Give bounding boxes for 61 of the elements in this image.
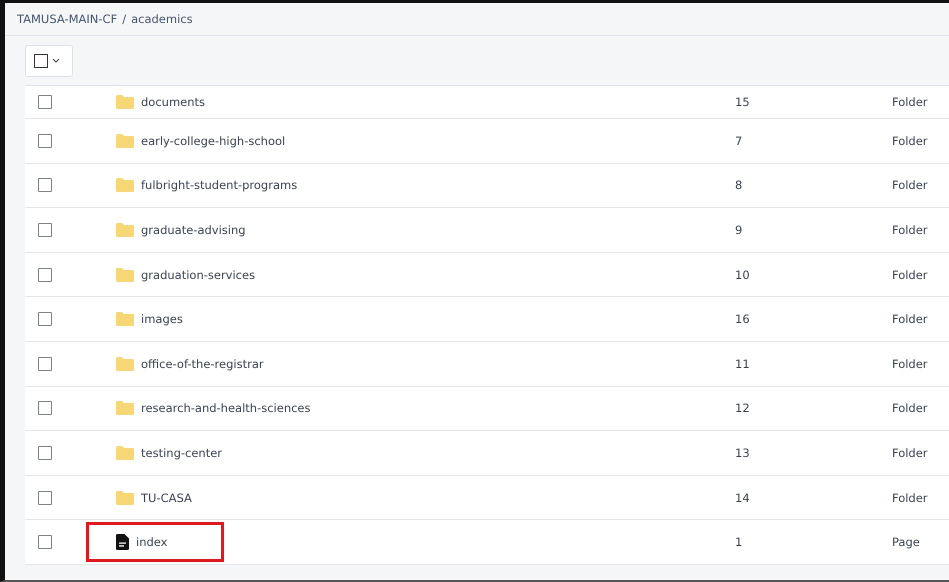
type-cell: Folder — [892, 268, 928, 282]
row-checkbox[interactable] — [38, 446, 52, 460]
row-checkbox[interactable] — [38, 95, 52, 109]
type-cell: Folder — [892, 222, 928, 237]
folder-icon — [116, 268, 134, 282]
folder-icon — [116, 490, 134, 505]
item-name-link[interactable]: images — [141, 312, 183, 326]
row-checkbox[interactable] — [38, 535, 52, 550]
row-checkbox[interactable] — [38, 401, 52, 416]
count-cell-text: 12 — [735, 401, 751, 416]
folder-icon — [116, 95, 134, 109]
item-name-link[interactable]: graduation-services — [141, 268, 256, 282]
row-checkbox[interactable] — [38, 178, 52, 192]
type-cell: Folder — [892, 356, 928, 371]
folder-icon — [116, 178, 134, 192]
row-checkbox[interactable] — [38, 134, 52, 148]
checkbox[interactable] — [34, 54, 48, 68]
folder-icon — [116, 446, 134, 460]
item-name-link[interactable]: early-college-high-school — [141, 134, 286, 148]
folder-icon — [116, 356, 134, 371]
row-checkbox[interactable] — [38, 268, 52, 282]
item-name-link[interactable]: office-of-the-registrar — [141, 356, 264, 371]
row-checkbox[interactable] — [38, 490, 52, 505]
row-checkbox[interactable] — [38, 222, 52, 237]
folder-icon — [116, 134, 134, 148]
count-cell-text: 1 — [735, 535, 744, 550]
select-all-button[interactable] — [25, 44, 73, 76]
count-cell-text: 15 — [735, 95, 751, 109]
type-cell: Folder — [892, 401, 928, 416]
type-cell: Folder — [892, 134, 928, 148]
item-name-link[interactable]: research-and-health-sciences — [141, 401, 311, 416]
breadcrumb-link[interactable]: TAMUSA-MAIN-CF — [17, 12, 118, 26]
item-name-link[interactable]: TU-CASA — [141, 490, 192, 505]
chevron-down-icon — [52, 58, 60, 63]
item-name-link[interactable]: fulbright-student-programs — [141, 178, 298, 192]
type-cell: Folder — [892, 312, 928, 326]
item-name-link[interactable]: testing-center — [141, 446, 222, 460]
count-cell-text: 16 — [735, 312, 751, 326]
count-cell-text: 9 — [735, 222, 744, 237]
row-checkbox[interactable] — [38, 312, 52, 326]
count-cell-text: 11 — [735, 356, 751, 371]
count-cell-text: 13 — [735, 446, 751, 460]
item-name-link[interactable]: index — [136, 535, 168, 550]
type-cell: Folder — [892, 95, 928, 109]
folder-icon — [116, 222, 134, 237]
item-name-link[interactable]: documents — [141, 95, 206, 109]
item-name-link[interactable]: graduate-advising — [141, 222, 246, 237]
type-cell: Folder — [892, 446, 928, 460]
count-cell-text: 7 — [735, 134, 744, 148]
row-checkbox[interactable] — [38, 356, 52, 371]
folder-icon — [116, 401, 134, 416]
type-cell: Folder — [892, 490, 928, 505]
type-cell: Folder — [892, 178, 928, 192]
breadcrumb-separator: / — [122, 12, 126, 26]
count-cell-text: 8 — [735, 178, 744, 192]
count-cell-text: 10 — [735, 268, 751, 282]
type-cell: Page — [892, 535, 920, 550]
breadcrumb-current: academics — [131, 12, 193, 26]
document-icon — [116, 534, 129, 550]
folder-icon — [116, 312, 134, 326]
count-cell-text: 14 — [735, 490, 751, 505]
